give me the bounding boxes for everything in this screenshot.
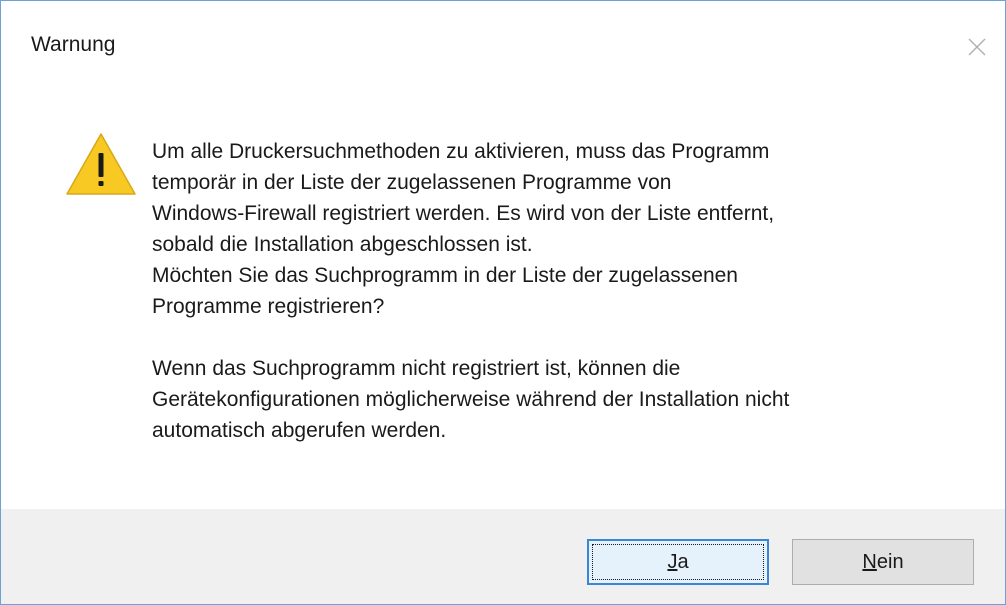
warning-dialog: Warnung Um alle Druckersuchmethoden zu a… [0,0,1006,605]
close-button[interactable] [949,25,1005,69]
no-button[interactable]: Nein [792,539,974,585]
message-text: Um alle Druckersuchmethoden zu aktiviere… [152,136,972,446]
no-button-label: Nein [862,550,904,573]
warning-icon [66,133,136,195]
message-paragraph-2: Wenn das Suchprogramm nicht registriert … [152,357,790,442]
focus-rectangle [592,544,764,580]
dialog-content: Um alle Druckersuchmethoden zu aktiviere… [1,73,1005,509]
yes-button[interactable]: Ja [587,539,769,585]
message-paragraph-1: Um alle Druckersuchmethoden zu aktiviere… [152,140,775,318]
button-bar: Ja Nein [1,509,1005,604]
window-title: Warnung [31,33,116,56]
title-bar: Warnung [1,1,1005,73]
close-icon [968,38,986,56]
